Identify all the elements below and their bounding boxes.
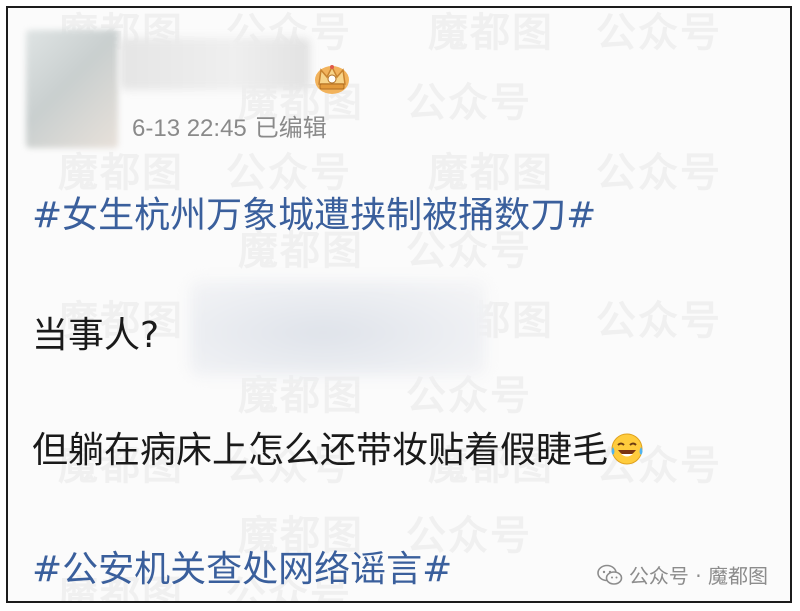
text-who: 当事人? — [32, 315, 160, 356]
text-makeup: 但躺在病床上怎么还带妆贴着假睫毛 — [32, 430, 609, 471]
footer-watermark: 公众号 · 魔都图 — [597, 560, 768, 589]
crown-icon — [315, 65, 349, 94]
post-card: 魔都图 公众号 魔都图 公众号 魔都图 公众号 魔都图 公众号 魔都图 公众号 … — [6, 6, 792, 603]
edited-label: 已编辑 — [254, 115, 327, 142]
laughing-tears-emoji-icon — [611, 433, 643, 465]
post-content: 6-13 22:45 已编辑 #女生杭州万象城遭挟制被捅数刀# 当事人? 但躺在病… — [8, 8, 790, 601]
wechat-icon — [597, 564, 623, 585]
mention-redacted[interactable] — [190, 280, 486, 376]
username-redacted[interactable] — [120, 38, 310, 90]
text-makeup-line: 但躺在病床上怎么还带妆贴着假睫毛 — [32, 421, 644, 473]
timestamp: 6-13 22:45 — [132, 115, 247, 142]
footer-watermark-text: 公众号 · 魔都图 — [628, 564, 768, 588]
avatar[interactable] — [26, 30, 118, 148]
post-meta: 6-13 22:45 已编辑 — [132, 108, 327, 143]
hashtag-top[interactable]: #女生杭州万象城遭挟制被捅数刀# — [32, 186, 596, 238]
hashtag-bottom[interactable]: #公安机关查处网络谣言# — [32, 540, 452, 592]
